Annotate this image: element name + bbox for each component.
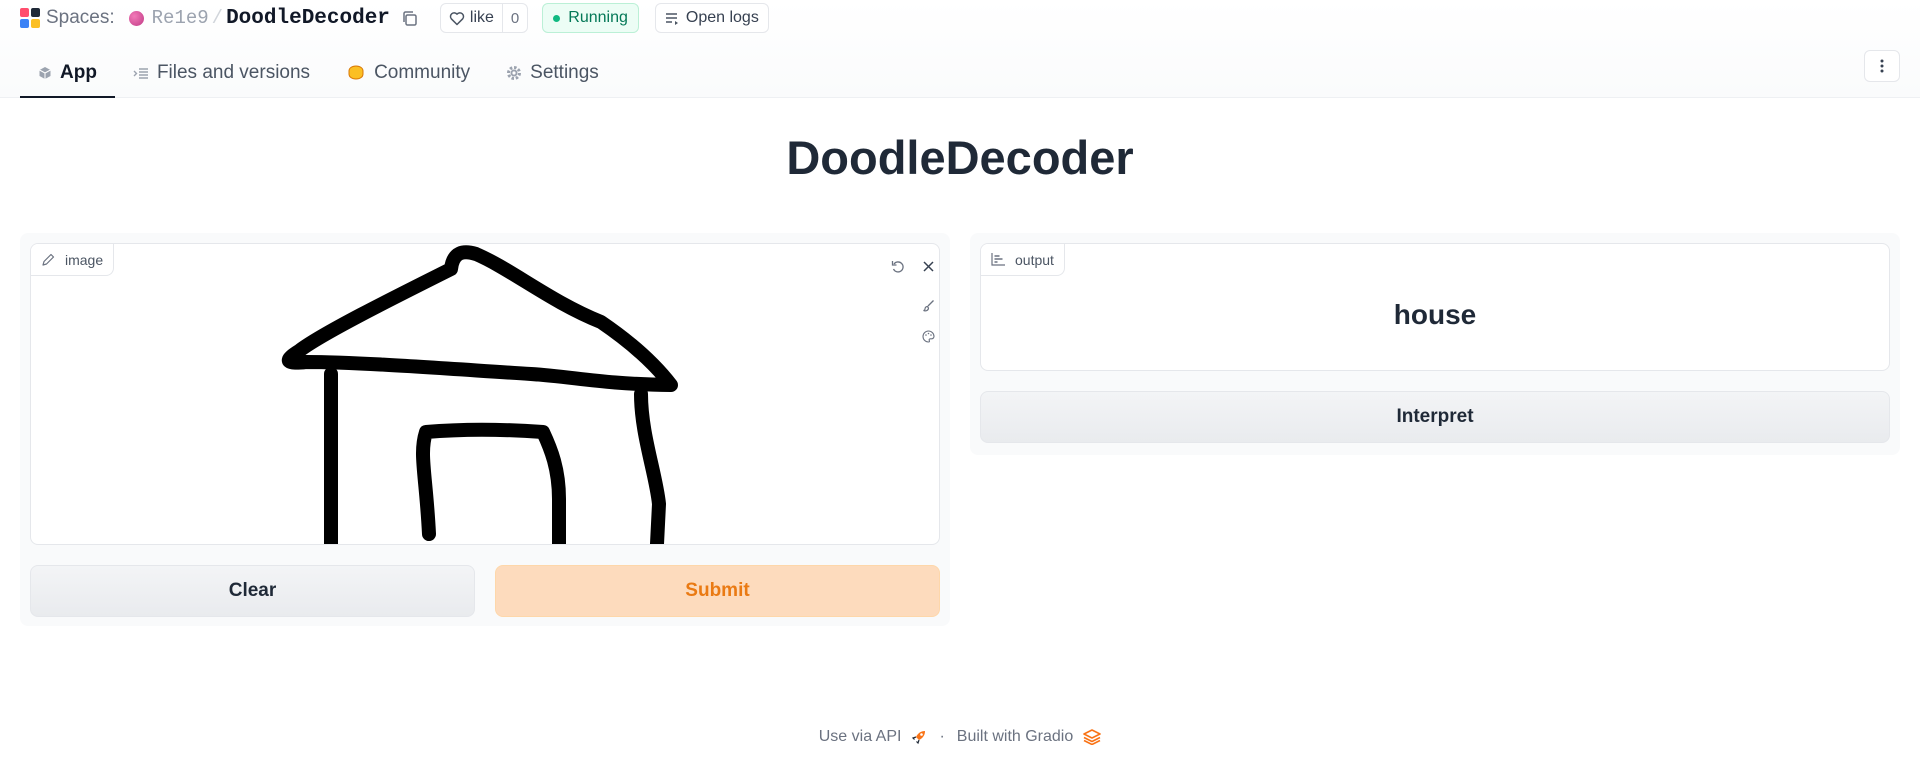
clear-image-button[interactable] bbox=[916, 254, 939, 278]
tab-app[interactable]: App bbox=[20, 48, 115, 98]
tab-files-label: Files and versions bbox=[156, 62, 311, 83]
repo-name-link[interactable]: DoodleDecoder bbox=[226, 7, 390, 30]
undo-button[interactable] bbox=[886, 254, 910, 278]
like-label: like bbox=[469, 9, 494, 26]
gear-icon bbox=[507, 66, 522, 80]
image-block-label: image bbox=[31, 244, 115, 276]
brush-button[interactable] bbox=[916, 293, 939, 317]
spaces-label[interactable]: Spaces: bbox=[46, 7, 115, 29]
tab-settings[interactable]: Settings bbox=[488, 48, 617, 98]
output-label-block: output house bbox=[980, 243, 1890, 371]
output-label: output bbox=[1015, 251, 1054, 268]
tab-app-label: App bbox=[60, 62, 97, 83]
like-button[interactable]: like 0 bbox=[439, 3, 529, 33]
tab-files-and-versions[interactable]: Files and versions bbox=[115, 48, 328, 98]
owner-avatar[interactable] bbox=[128, 10, 144, 26]
footer-separator: · bbox=[939, 728, 945, 745]
predicted-label: house bbox=[1393, 299, 1477, 330]
footer: Use via API · Built with Gradio bbox=[0, 728, 1920, 746]
heart-icon bbox=[449, 11, 465, 25]
built-with-gradio-link[interactable]: Built with Gradio bbox=[957, 728, 1074, 746]
community-icon bbox=[348, 65, 364, 80]
clear-button[interactable]: Clear bbox=[30, 565, 475, 617]
path-separator: / bbox=[211, 7, 224, 29]
input-panel: image Clear Submit bbox=[20, 233, 950, 626]
house-doodle-drawing bbox=[281, 245, 678, 544]
tab-settings-label: Settings bbox=[530, 62, 599, 83]
cube-icon bbox=[39, 67, 51, 79]
pencil-icon bbox=[42, 253, 55, 266]
status-badge: Running bbox=[542, 3, 639, 33]
open-logs-button[interactable]: Open logs bbox=[654, 3, 769, 33]
copy-icon[interactable] bbox=[400, 8, 420, 28]
spaces-logo-icon[interactable] bbox=[20, 8, 40, 28]
more-options-button[interactable] bbox=[1864, 50, 1900, 82]
sketchpad[interactable]: image bbox=[30, 243, 940, 545]
open-logs-label: Open logs bbox=[685, 9, 759, 26]
palette-icon bbox=[922, 329, 935, 343]
label-chart-icon bbox=[991, 253, 1005, 266]
undo-icon bbox=[891, 261, 904, 273]
image-label: image bbox=[65, 251, 104, 268]
close-icon bbox=[922, 260, 934, 272]
more-vertical-icon bbox=[1880, 59, 1884, 73]
status-dot-icon bbox=[553, 14, 561, 22]
output-block-label: output bbox=[981, 244, 1065, 276]
space-title-row: Spaces: Re1e9 / DoodleDecoder like 0 Run… bbox=[20, 3, 769, 33]
submit-button[interactable]: Submit bbox=[495, 565, 940, 617]
files-icon bbox=[133, 67, 148, 79]
space-tabs: App Files and versions Community Setting… bbox=[20, 48, 617, 98]
rocket-icon bbox=[912, 731, 926, 745]
use-via-api-link[interactable]: Use via API bbox=[819, 728, 902, 746]
interpret-button[interactable]: Interpret bbox=[980, 391, 1890, 443]
like-count[interactable]: 0 bbox=[501, 4, 527, 32]
color-button[interactable] bbox=[916, 324, 939, 348]
status-text: Running bbox=[568, 9, 628, 26]
output-panel: output house Interpret bbox=[970, 233, 1900, 455]
owner-link[interactable]: Re1e9 bbox=[152, 7, 209, 29]
brush-icon bbox=[922, 299, 934, 311]
tab-community[interactable]: Community bbox=[328, 48, 488, 98]
app-title: DoodleDecoder bbox=[786, 131, 1134, 184]
gradio-logo-icon bbox=[1083, 729, 1102, 745]
logs-icon bbox=[665, 12, 678, 25]
tab-community-label: Community bbox=[374, 62, 471, 83]
space-header: Spaces: Re1e9 / DoodleDecoder like 0 Run… bbox=[0, 0, 1920, 98]
